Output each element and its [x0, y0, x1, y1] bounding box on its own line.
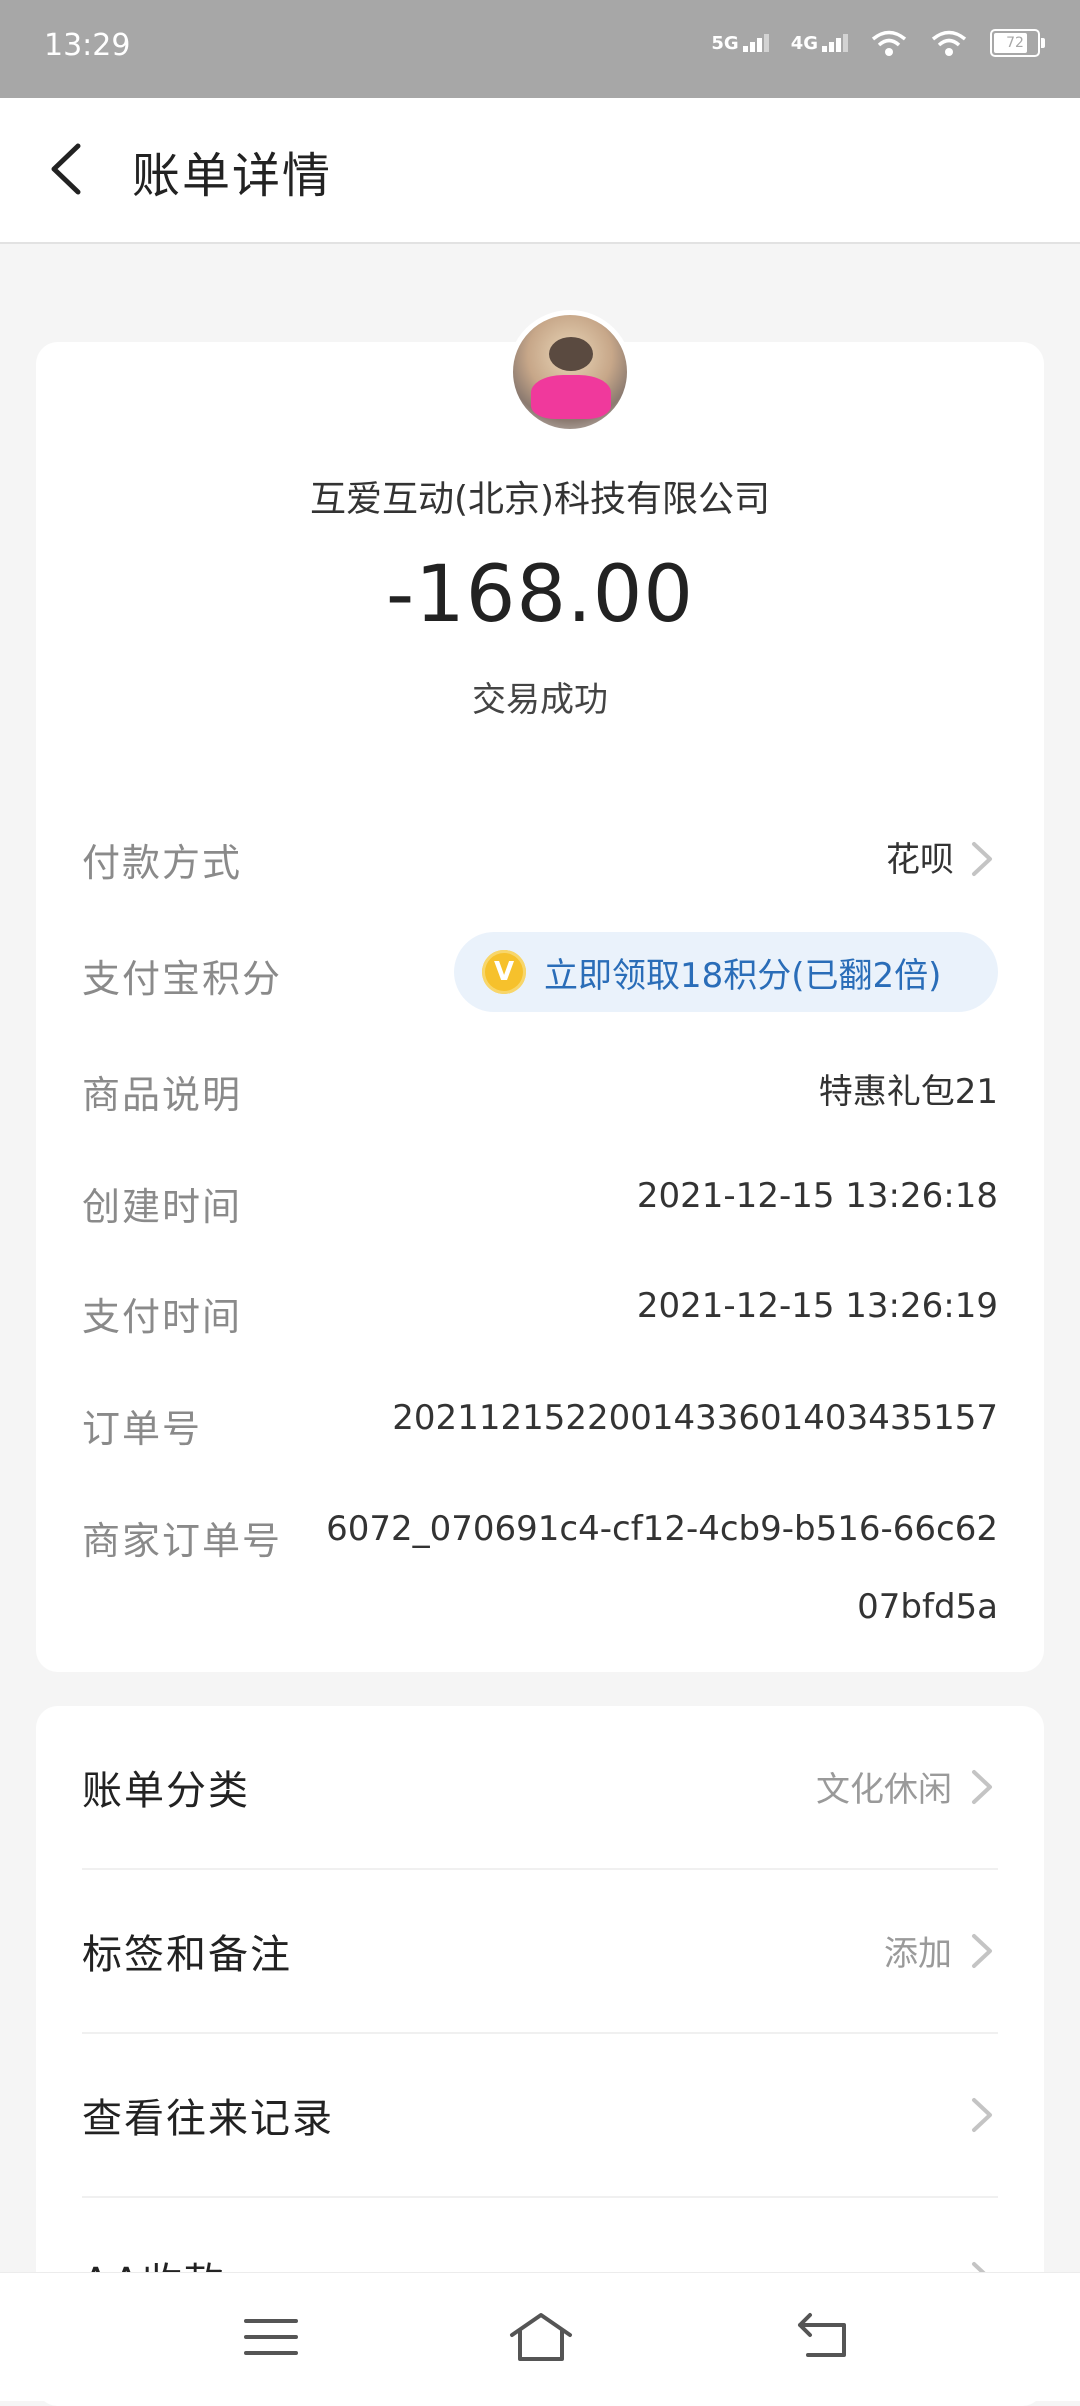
- bill-category-label: 账单分类: [82, 1768, 250, 1814]
- transaction-amount: -168.00: [385, 550, 695, 640]
- merchant-name: 互爱互动(北京)科技有限公司: [309, 479, 771, 520]
- chevron-right-icon: [972, 2098, 992, 2132]
- chevron-right-icon: [972, 1934, 992, 1968]
- signal-4g-icon: 4G: [790, 33, 848, 54]
- points-row: 支付宝积分 V 立即领取18积分(已翻2倍): [82, 932, 998, 1012]
- claim-points-label: 立即领取18积分(已翻2倍): [544, 955, 942, 996]
- merchant-avatar: [508, 310, 632, 434]
- paid-time-row: 支付时间 2021-12-15 13:26:19: [82, 1286, 998, 1346]
- battery-level: 72: [1006, 35, 1024, 51]
- signal-5g-icon: 5G: [711, 33, 769, 54]
- back-nav-icon[interactable]: [788, 2307, 858, 2367]
- status-bar: 13:29 5G 4G 72: [0, 0, 1080, 98]
- bill-category-item[interactable]: 账单分类 文化休闲: [82, 1706, 998, 1870]
- menu-icon[interactable]: [236, 2307, 306, 2367]
- transaction-history-item[interactable]: 查看往来记录: [82, 2034, 998, 2198]
- order-number-row: 订单号 2021121522001433601403435157: [82, 1398, 998, 1458]
- tags-notes-item[interactable]: 标签和备注 添加: [82, 1870, 998, 2034]
- battery-icon: 72: [990, 29, 1045, 57]
- payment-method-value: 花呗: [886, 840, 954, 880]
- merchant-order-value: 6072_070691c4-cf12-4cb9-b516-66c6207bfd5…: [326, 1509, 998, 1627]
- created-time-label: 创建时间: [82, 1185, 243, 1229]
- transaction-card: 互爱互动(北京)科技有限公司 -168.00 交易成功 付款方式 花呗 支付宝积…: [36, 310, 1044, 1672]
- product-value: 特惠礼包21: [818, 1072, 998, 1112]
- claim-points-button[interactable]: V 立即领取18积分(已翻2倍): [454, 932, 998, 1012]
- transaction-history-label: 查看往来记录: [82, 2096, 334, 2142]
- status-time: 13:29: [44, 28, 131, 63]
- chevron-right-icon: [972, 842, 992, 876]
- points-coin-icon: V: [482, 950, 526, 994]
- order-number-label: 订单号: [82, 1407, 203, 1451]
- points-label: 支付宝积分: [82, 957, 283, 1001]
- network-4g-label: 4G: [790, 33, 818, 54]
- tags-notes-label: 标签和备注: [82, 1932, 292, 1978]
- network-5g-label: 5G: [711, 33, 739, 54]
- created-time-row: 创建时间 2021-12-15 13:26:18: [82, 1176, 998, 1236]
- merchant-order-label: 商家订单号: [82, 1519, 283, 1563]
- paid-time-value: 2021-12-15 13:26:19: [636, 1286, 998, 1326]
- paid-time-label: 支付时间: [82, 1295, 243, 1339]
- bill-category-value: 文化休闲: [816, 1770, 952, 1810]
- transaction-status: 交易成功: [472, 680, 608, 720]
- payment-method-row[interactable]: 付款方式 花呗: [82, 832, 998, 892]
- wifi-icon-2: [931, 30, 967, 56]
- chevron-right-icon: [972, 1770, 992, 1804]
- payment-method-label: 付款方式: [82, 841, 243, 885]
- tags-notes-value: 添加: [884, 1934, 952, 1974]
- app-header: 账单详情: [0, 98, 1080, 244]
- back-button[interactable]: [36, 134, 106, 204]
- status-icons: 5G 4G 72: [711, 28, 1045, 58]
- home-icon[interactable]: [506, 2307, 576, 2367]
- created-time-value: 2021-12-15 13:26:18: [636, 1176, 998, 1216]
- system-nav-bar: [0, 2272, 1080, 2401]
- product-row: 商品说明 特惠礼包21: [82, 1064, 998, 1124]
- order-number-value: 2021121522001433601403435157: [392, 1398, 998, 1438]
- page-title: 账单详情: [132, 148, 333, 204]
- product-label: 商品说明: [82, 1073, 243, 1117]
- wifi-icon: [871, 30, 907, 56]
